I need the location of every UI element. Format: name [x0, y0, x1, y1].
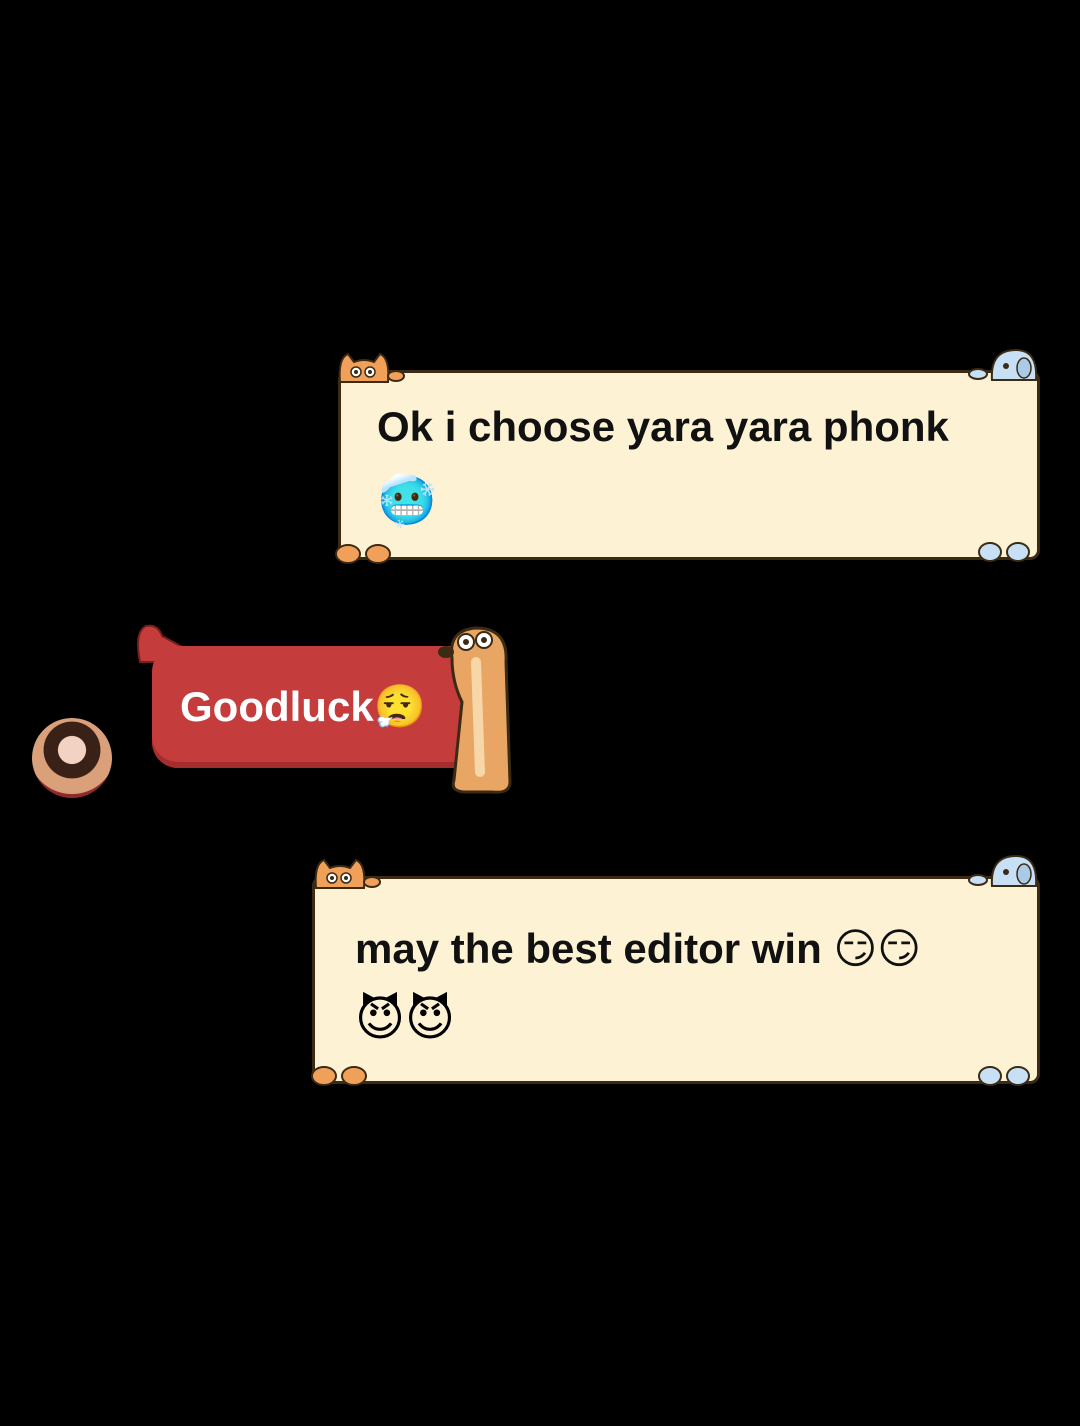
message-text: may the best editor win 😏😏	[355, 924, 922, 973]
message-emoji: 🥶	[377, 473, 437, 529]
paw-icon	[335, 544, 391, 564]
message-bubble-outgoing[interactable]: may the best editor win 😏😏 😈😈	[312, 876, 1040, 1084]
message-text: Goodluck😮‍💨	[180, 682, 426, 731]
message-emoji: 😮‍💨	[373, 682, 426, 731]
avatar[interactable]	[32, 718, 112, 798]
paw-icon	[978, 542, 1030, 562]
dog-icon	[968, 854, 1038, 887]
chat-thread: Ok i choose yara yara phonk 🥶 Goodluck😮‍…	[0, 0, 1080, 1426]
message-text: Ok i choose yara yara phonk	[377, 403, 949, 450]
paw-icon	[978, 1066, 1030, 1086]
dog-icon	[438, 626, 512, 794]
dog-icon	[968, 348, 1038, 381]
message-bubble-outgoing[interactable]: Ok i choose yara yara phonk 🥶	[338, 370, 1040, 560]
message-inline-emoji: 😏😏	[833, 924, 922, 973]
cat-icon	[314, 858, 381, 889]
message-emoji: 😈😈	[355, 991, 456, 1047]
cat-icon	[338, 352, 405, 383]
paw-icon	[311, 1066, 367, 1086]
